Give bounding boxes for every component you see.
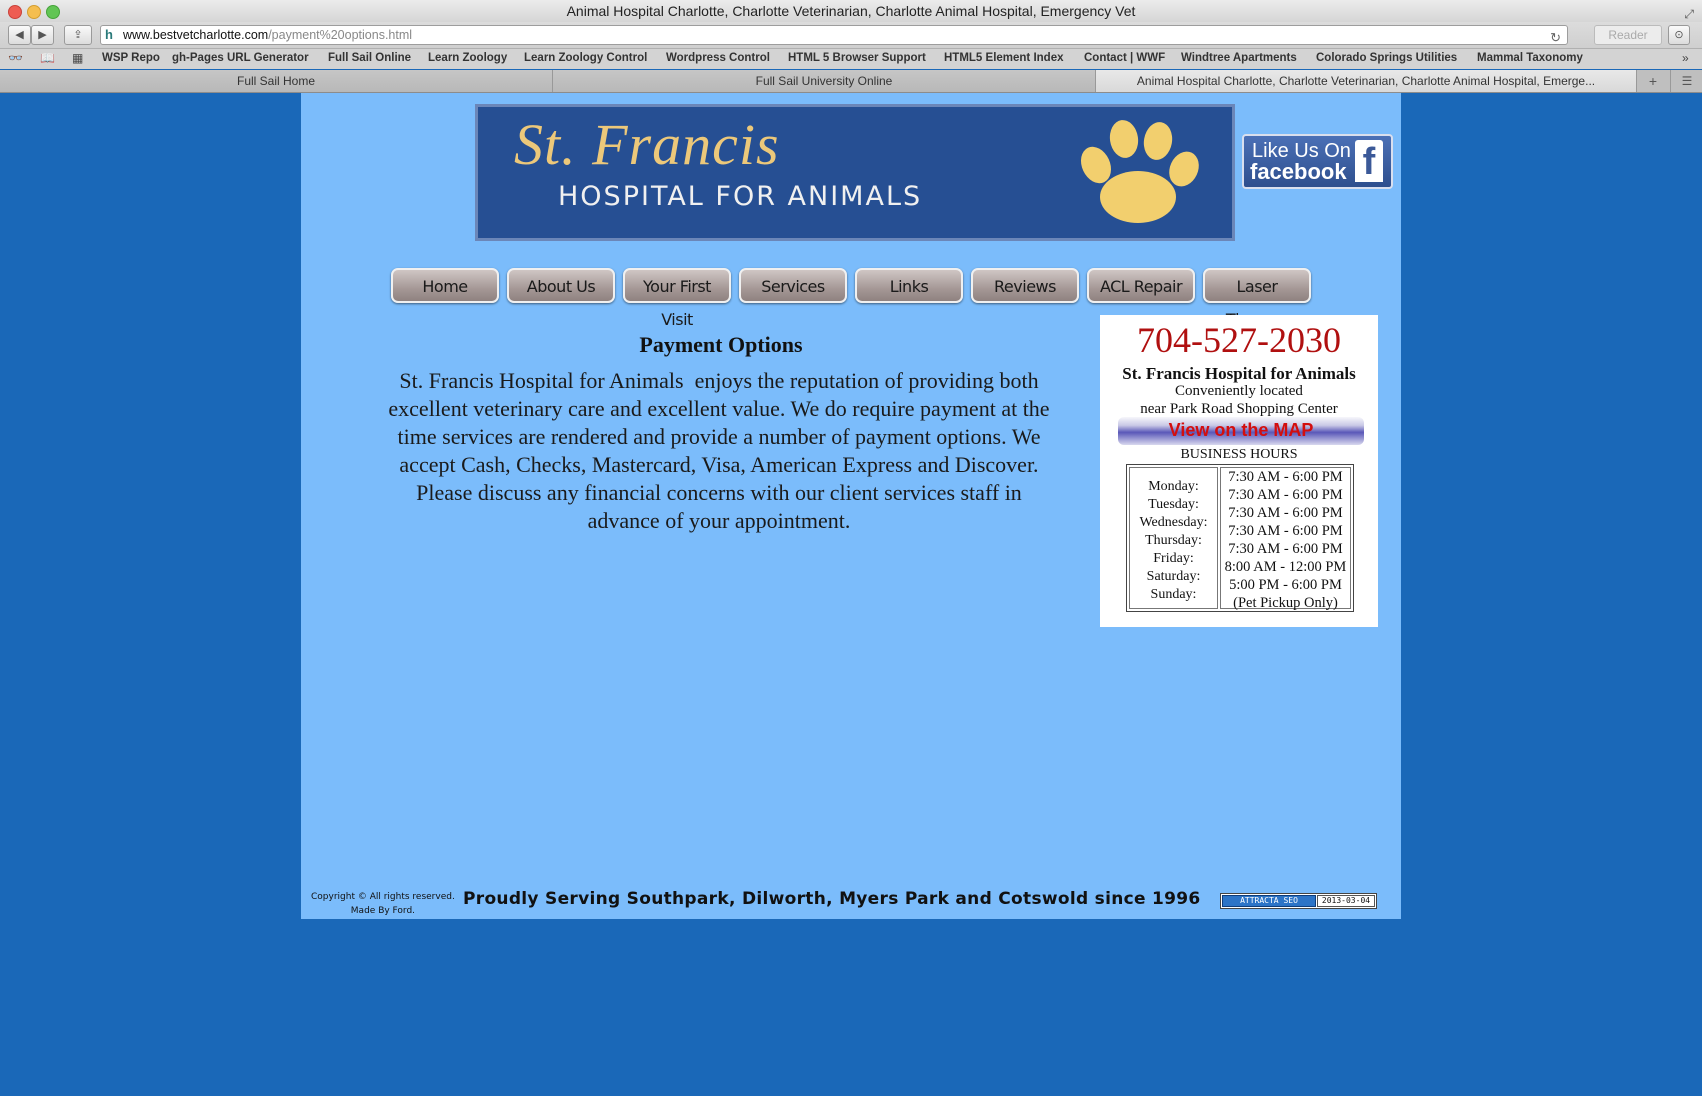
hours-days-column: Monday: Tuesday: Wednesday: Thursday: Fr…	[1129, 467, 1218, 609]
time-range: 7:30 AM - 6:00 PM	[1228, 541, 1343, 557]
bookmark-item[interactable]: Windtree Apartments	[1181, 52, 1297, 64]
time-range: 7:30 AM - 6:00 PM	[1228, 487, 1343, 503]
nav-home[interactable]: Home	[391, 268, 499, 303]
day-label: Thursday:	[1145, 533, 1202, 548]
business-hours-table: Monday: Tuesday: Wednesday: Thursday: Fr…	[1126, 464, 1354, 612]
bookmark-item[interactable]: Full Sail Online	[328, 52, 411, 64]
zoom-window-button[interactable]	[46, 5, 60, 19]
facebook-f-icon: f	[1355, 140, 1383, 183]
nav-your-first-visit[interactable]: Your First Visit	[623, 268, 731, 329]
hospital-name: St. Francis Hospital for Animals	[1122, 364, 1356, 383]
nav-about-us[interactable]: About Us	[507, 268, 615, 303]
made-by-text: Made By Ford.	[350, 906, 416, 916]
nav-reviews[interactable]: Reviews	[971, 268, 1079, 303]
location-line-1: Conveniently located	[1175, 383, 1303, 399]
paw-print-icon	[1080, 120, 1199, 223]
seo-badge-label: ATTRACTA SEO	[1222, 895, 1316, 907]
bookmark-item[interactable]: Wordpress Control	[666, 52, 770, 64]
bookmark-item[interactable]: Learn Zoology	[428, 52, 507, 64]
bookmark-item[interactable]: Mammal Taxonomy	[1477, 52, 1583, 64]
body-line: accept Cash, Checks, Mastercard, Visa, A…	[399, 452, 1039, 477]
bookmarks-bar: 👓 📖 ▦ WSP Repo gh-Pages URL Generator Fu…	[0, 49, 1702, 69]
nav-laser-therapy[interactable]: Laser Therapy	[1203, 268, 1311, 329]
bookmark-item[interactable]: gh-Pages URL Generator	[172, 52, 309, 64]
day-label: Friday:	[1153, 551, 1194, 566]
bookmark-item[interactable]: WSP Repo	[102, 52, 160, 64]
body-line: time services are rendered and provide a…	[397, 424, 1041, 449]
bookmark-item[interactable]: Learn Zoology Control	[524, 52, 647, 64]
body-line: St. Francis Hospital for Animals enjoys …	[399, 368, 1039, 393]
back-arrow-icon: ◀	[15, 29, 24, 41]
day-label: Sunday:	[1150, 587, 1197, 602]
top-sites-grid-icon[interactable]: ▦	[72, 51, 83, 65]
minimize-window-button[interactable]	[27, 5, 41, 19]
site-favicon-icon: h	[105, 27, 113, 42]
nav-acl-repair[interactable]: ACL Repair	[1087, 268, 1195, 303]
location-line-2: near Park Road Shopping Center	[1140, 401, 1338, 417]
share-button[interactable]: ⇪	[64, 25, 92, 45]
time-range: 7:30 AM - 6:00 PM	[1228, 505, 1343, 521]
nav-links[interactable]: Links	[855, 268, 963, 303]
copyright-text: Copyright © All rights reserved.	[311, 892, 455, 902]
hours-times-column: 7:30 AM - 6:00 PM 7:30 AM - 6:00 PM 7:30…	[1220, 467, 1351, 611]
time-range: 7:30 AM - 6:00 PM	[1228, 523, 1343, 539]
facebook-like-button[interactable]: Like Us On facebook f	[1242, 134, 1393, 189]
new-tab-plus-icon[interactable]: +	[1636, 70, 1669, 92]
nav-services[interactable]: Services	[739, 268, 847, 303]
tab-overview-icon[interactable]: ☰	[1670, 70, 1702, 92]
address-bar[interactable]: h www.bestvetcharlotte.com/payment%20opti…	[100, 25, 1568, 45]
bookmarks-overflow-icon[interactable]: »	[1682, 51, 1689, 65]
back-button[interactable]: ◀	[8, 25, 31, 45]
forward-arrow-icon: ▶	[38, 29, 47, 41]
banner-title: St. Francis	[514, 112, 780, 177]
time-range: (Pet Pickup Only)	[1233, 595, 1338, 611]
bookmark-item[interactable]: HTML 5 Browser Support	[788, 52, 926, 64]
body-line: advance of your appointment.	[587, 508, 851, 533]
time-range: 7:30 AM - 6:00 PM	[1228, 469, 1343, 485]
view-map-button[interactable]: View on the MAP	[1118, 417, 1364, 445]
tab-full-sail-home[interactable]: Full Sail Home	[0, 70, 553, 92]
copyright-notice: Copyright © All rights reserved. Made By…	[311, 890, 455, 918]
tab-animal-hospital[interactable]: Animal Hospital Charlotte, Charlotte Vet…	[1096, 70, 1637, 92]
contact-info-box: 704-527-2030 St. Francis Hospital for An…	[1100, 315, 1378, 627]
body-line: excellent veterinary care and excellent …	[388, 396, 1050, 421]
share-icon: ⇪	[73, 29, 83, 41]
reading-list-icon[interactable]: 👓	[8, 51, 23, 65]
close-window-button[interactable]	[8, 5, 22, 19]
serving-tagline: Proudly Serving Southpark, Dilworth, Mye…	[463, 889, 1201, 909]
reload-icon[interactable]: ↻	[1550, 29, 1561, 47]
day-label: Saturday:	[1146, 569, 1201, 584]
site-banner-logo[interactable]: St. Francis HOSPITAL FOR ANIMALS	[475, 104, 1235, 241]
facebook-wordmark: facebook	[1250, 159, 1347, 184]
business-hours-title: BUSINESS HOURS	[1180, 447, 1298, 462]
page-container: St. Francis HOSPITAL FOR ANIMALS Like Us…	[301, 93, 1401, 919]
seo-badge-date: 2013-03-04	[1317, 895, 1375, 907]
bookmarks-book-icon[interactable]: 📖	[40, 51, 55, 65]
bookmark-item[interactable]: HTML5 Element Index	[944, 52, 1064, 64]
tab-full-sail-online[interactable]: Full Sail University Online	[553, 70, 1096, 92]
body-line: Please discuss any financial concerns wi…	[416, 480, 1022, 505]
day-label: Monday:	[1148, 479, 1199, 494]
reader-button[interactable]: Reader	[1594, 25, 1662, 45]
payment-description: St. Francis Hospital for Animals enjoys …	[349, 367, 1089, 535]
phone-number[interactable]: 704-527-2030	[1100, 319, 1378, 361]
url-path: /payment%20options.html	[268, 28, 413, 42]
url-host: www.bestvetcharlotte.com	[123, 28, 269, 42]
page-title: Payment Options	[639, 332, 803, 357]
attracta-seo-badge[interactable]: ATTRACTA SEO 2013-03-04	[1220, 893, 1377, 909]
day-label: Wednesday:	[1139, 515, 1208, 530]
day-label: Tuesday:	[1148, 497, 1199, 512]
tab-bar: Full Sail Home Full Sail University Onli…	[0, 70, 1702, 93]
time-range: 5:00 PM - 6:00 PM	[1229, 577, 1342, 593]
forward-button[interactable]: ▶	[31, 25, 54, 45]
downloads-icon[interactable]: ⊙	[1668, 25, 1690, 45]
time-range: 8:00 AM - 12:00 PM	[1224, 559, 1347, 575]
window-title: Animal Hospital Charlotte, Charlotte Vet…	[566, 3, 1136, 19]
bookmark-item[interactable]: Colorado Springs Utilities	[1316, 52, 1457, 64]
bookmark-item[interactable]: Contact | WWF	[1084, 52, 1165, 64]
browser-toolbar: ◀ ▶ ⇪ h www.bestvetcharlotte.com/payment%…	[0, 22, 1702, 49]
banner-subtitle: HOSPITAL FOR ANIMALS	[558, 181, 923, 212]
window-titlebar: Animal Hospital Charlotte, Charlotte Vet…	[0, 0, 1702, 22]
